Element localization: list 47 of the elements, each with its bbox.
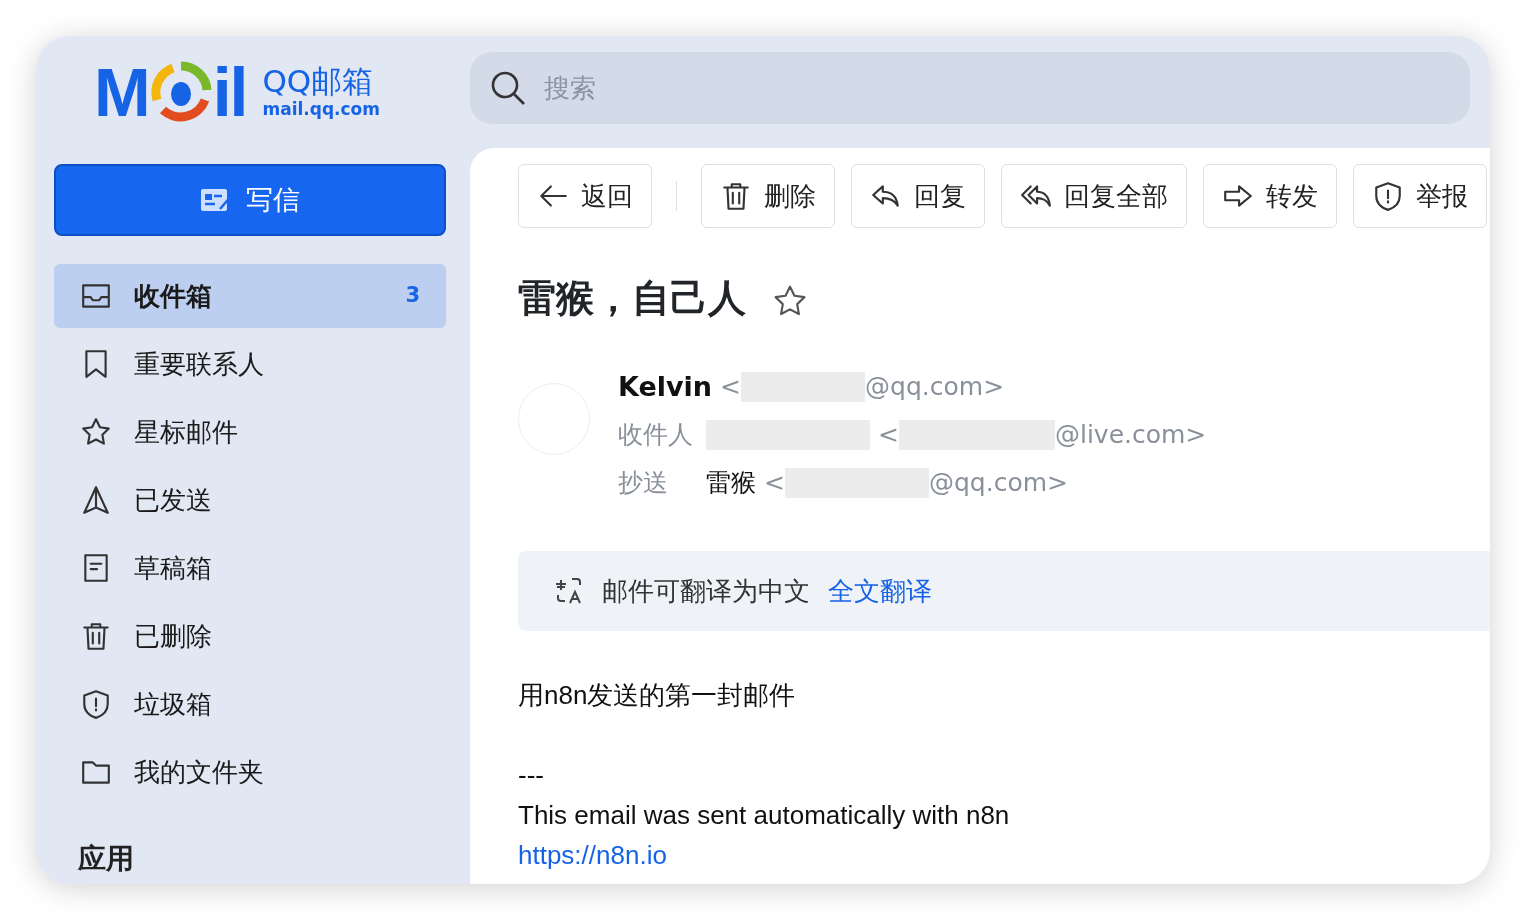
field-label: 抄送 [618,467,669,500]
sender-name: Kelvin [618,369,713,404]
folder-item[interactable]: 已删除 [54,604,446,668]
folder-item[interactable]: 已发送 [54,468,446,532]
recipient-name: 雷猴 [706,467,756,500]
toolbar-button[interactable]: 返回 [518,164,652,228]
address-text: @qq.com> [865,371,1005,404]
logo: M il [94,58,247,126]
logo-title: QQ邮箱 [262,66,375,97]
link[interactable]: https://n8n.io [518,840,667,870]
folder-item[interactable]: 我的文件夹 [54,740,446,804]
translate-link[interactable]: 全文翻译 [828,571,932,611]
search-input[interactable]: 搜索 [542,67,1450,109]
search-field[interactable]: 搜索 [470,52,1470,124]
folder-item[interactable]: 垃圾箱 [54,672,446,736]
compose-button[interactable]: 写信 [54,164,446,236]
translate-icon [554,576,584,606]
mail-subject: 雷猴，自己人 [518,275,746,322]
address-text: < [764,467,785,500]
folder-item[interactable]: 草稿箱 [54,536,446,600]
address-text: < [720,371,742,404]
toolbar-button[interactable]: 删除 [701,164,835,228]
section-heading: 应用 [77,841,135,877]
unread-count: 3 [405,282,420,310]
search-icon [490,70,526,106]
star-icon [80,416,112,448]
body-text: 用n8n发送的第一封邮件 [518,680,796,710]
folder-item[interactable]: 收件箱 3 [54,264,446,328]
logo-domain: mail.qq.com [262,101,381,118]
address-text: < [878,419,899,452]
toolbar-button[interactable]: 回复 [851,164,985,228]
trash-icon [80,620,112,652]
shield-icon [80,688,112,720]
toolbar-button[interactable]: 转发 [1203,164,1337,228]
toolbar-button[interactable]: 举报 [1353,164,1487,228]
toolbar-button[interactable]: 回复全部 [1001,164,1187,228]
shield-icon [1372,180,1404,212]
folder-item[interactable]: 重要联系人 [54,332,446,396]
address-text: @qq.com> [928,467,1068,500]
field-label: 收件人 [618,419,694,452]
sent-icon [80,484,112,516]
folder-item[interactable]: 星标邮件 [54,400,446,464]
address-text: @live.com> [1054,419,1207,452]
trash-icon [720,180,752,212]
translate-text: 邮件可翻译为中文 [602,574,810,608]
body-text: This email was sent automatically with n8n [518,800,1010,830]
body-text: --- [518,760,544,790]
